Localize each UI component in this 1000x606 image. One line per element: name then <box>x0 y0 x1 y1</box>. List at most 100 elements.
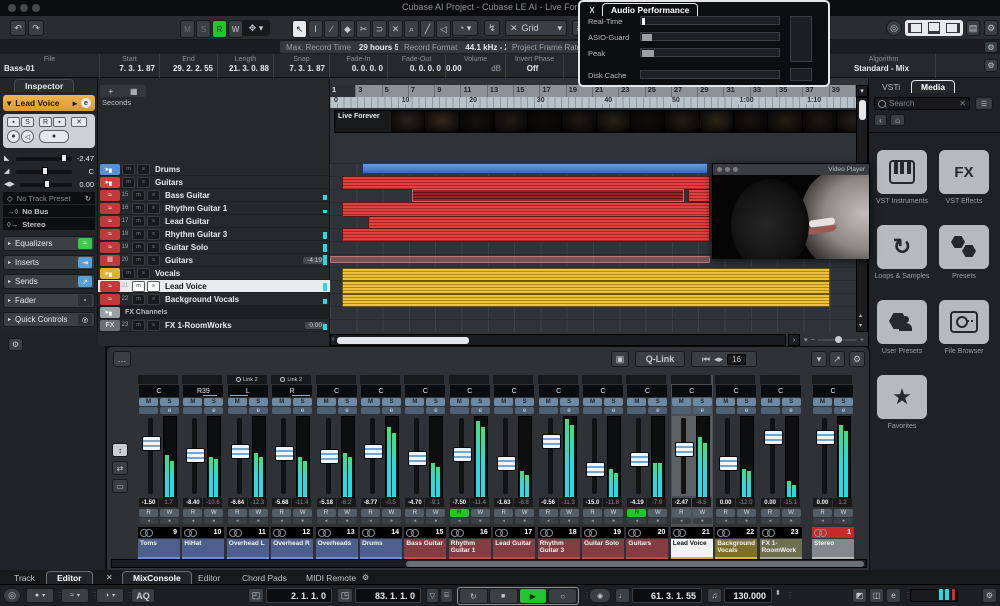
edit-channel-button[interactable]: e <box>834 407 853 414</box>
solo-button[interactable]: S <box>782 398 801 406</box>
channel-name[interactable]: Bass Guitar <box>404 539 446 557</box>
mixer-racks-icon[interactable]: … <box>113 351 131 367</box>
tile-loops-samples[interactable]: ↻ <box>877 225 927 269</box>
mixer-scrollbar[interactable] <box>111 559 867 568</box>
read-automation-button[interactable]: R <box>716 509 735 517</box>
tempo-value[interactable]: 130.000 <box>724 588 772 603</box>
tab-mixconsole[interactable]: MixConsole <box>122 571 192 584</box>
undo-icon[interactable]: ↶ <box>10 20 26 36</box>
channel-name[interactable]: FX 1-RoomWork <box>760 539 802 557</box>
record-enable-button[interactable]: ● <box>693 518 712 524</box>
setup-window-icon[interactable]: ▤ <box>966 20 980 36</box>
write-automation-button[interactable]: W <box>249 509 268 517</box>
info-col-length[interactable]: Length21. 3. 0. 88 <box>218 54 274 78</box>
left-zone-toggle[interactable] <box>908 23 922 33</box>
listen-button[interactable] <box>672 407 691 414</box>
info-col-end[interactable]: End29. 2. 2. 55 <box>160 54 218 78</box>
pan-control[interactable]: R <box>272 385 312 397</box>
inserts-icon[interactable]: ⇥ <box>78 257 92 268</box>
write-automation-button[interactable]: W <box>338 509 357 517</box>
record-enable-button[interactable]: ● <box>648 518 667 524</box>
monitor-button[interactable]: ◂ <box>627 518 646 524</box>
right-locator-icon[interactable]: ◳ <box>337 588 353 603</box>
tool-9[interactable]: ◁ <box>436 20 451 38</box>
channel-name[interactable]: Guitars <box>626 539 668 557</box>
zoom-slider[interactable]: ▾− + <box>804 335 864 345</box>
tempo-icon[interactable]: ♫ <box>707 588 722 603</box>
read-automation-button[interactable]: R <box>813 509 832 517</box>
audio-event-yellow[interactable] <box>342 268 830 281</box>
window-close-icon[interactable] <box>8 4 16 12</box>
tab-vsti[interactable]: VSTi <box>873 80 909 93</box>
audio-event-yellow[interactable] <box>342 281 830 294</box>
sends-icon[interactable]: ↗ <box>78 276 92 287</box>
read-automation-button[interactable]: R <box>450 509 469 517</box>
equalizers-icon[interactable]: ≈ <box>78 238 92 249</box>
info-col-algorithm[interactable]: Algorithm Standard - Mix <box>832 54 936 78</box>
tile-vst-effects[interactable]: FX <box>939 150 989 194</box>
pan-control[interactable]: C <box>450 385 490 397</box>
mute-button[interactable]: M <box>761 398 780 406</box>
track-row-rhythm-guitar-3[interactable]: ≈18msRhythm Guitar 3 <box>98 228 330 241</box>
info-col-snap[interactable]: Snap7. 3. 1. 87 <box>274 54 330 78</box>
solo-button[interactable]: S <box>560 398 579 406</box>
auto-quantize-button[interactable]: AQ <box>131 588 155 603</box>
tab-media[interactable]: Media <box>911 80 955 93</box>
solo-button[interactable]: S <box>471 398 490 406</box>
record-enable-button[interactable]: ● <box>160 518 179 524</box>
fader-handle[interactable] <box>231 444 250 459</box>
stop-button[interactable]: ■ <box>489 588 518 604</box>
mixer-channel-background-vocals[interactable]: CMSe0.00-12.0RW◂●22Background Vocals <box>715 375 757 557</box>
ruler-dropdown-icon[interactable]: ▾ <box>856 85 868 97</box>
write-automation-button[interactable]: W <box>471 509 490 517</box>
monitor-button[interactable]: ◂ <box>228 518 247 524</box>
open-mixer-icon[interactable]: ↗ <box>829 351 845 367</box>
listen-button[interactable] <box>539 407 558 414</box>
edit-channel-button[interactable]: e <box>382 407 401 414</box>
lower-pane-gear-icon[interactable]: ⚙ <box>8 338 23 351</box>
mixer-channel-guitars[interactable]: CMSe-4.19-7.9RW◂●20Guitars <box>626 375 668 557</box>
monitor-button[interactable]: ◂ <box>539 518 558 524</box>
audio-event-red[interactable] <box>342 176 710 190</box>
edit-channel-button[interactable]: e <box>693 407 712 414</box>
solo-button[interactable]: S <box>648 398 667 406</box>
lower-zone-toggle[interactable] <box>928 22 940 34</box>
mixer-channel-fx-1-roomwork[interactable]: CMSe0.00-15.1RW◂●23FX 1-RoomWork <box>760 375 802 557</box>
mute-button[interactable]: M <box>716 398 735 406</box>
volume-readout[interactable]: -1.63 <box>494 498 513 507</box>
read-automation-button[interactable]: R <box>539 509 558 517</box>
right-locator-value[interactable]: 83. 1. 1. 0 <box>355 588 421 603</box>
channel-width-control[interactable]: ⏮ ◂▸ 16 <box>691 351 757 367</box>
tab-chord-pads[interactable]: Chord Pads <box>232 571 297 584</box>
edit-channel-button[interactable]: e <box>293 407 312 414</box>
fader-handle[interactable] <box>719 456 738 471</box>
listen-button[interactable] <box>272 407 291 414</box>
mute-button[interactable]: m <box>122 164 135 175</box>
solo-button[interactable]: s <box>147 216 160 227</box>
write-automation-button[interactable]: W <box>782 509 801 517</box>
channel-name[interactable]: Guitar Solo <box>582 539 624 557</box>
solo-button[interactable]: S <box>160 398 179 406</box>
audio-event-red[interactable] <box>342 228 710 242</box>
track-row-guitars[interactable]: ▸▖msGuitars <box>98 176 330 189</box>
mute-button[interactable]: M <box>539 398 558 406</box>
track-row-lead-voice[interactable]: ≈21msLead Voice <box>98 280 330 293</box>
input-bus-row[interactable]: →◊ No Bus <box>3 205 95 217</box>
pan-control[interactable]: C <box>494 385 534 397</box>
record-mode-button[interactable]: ●▾ <box>26 588 54 603</box>
read-automation-button[interactable]: R <box>627 509 646 517</box>
window-zoom-icon[interactable] <box>32 4 40 12</box>
write-automation-button[interactable]: W <box>293 509 312 517</box>
solo-button[interactable]: S <box>249 398 268 406</box>
redo-icon[interactable]: ↷ <box>28 20 44 36</box>
inspector-tab[interactable]: Inspector <box>14 79 74 92</box>
fader-handle[interactable] <box>320 449 339 464</box>
mixer-gear-icon[interactable]: ⚙ <box>849 351 865 367</box>
fader-handle[interactable] <box>142 436 161 451</box>
close-editor-icon[interactable]: ✕ <box>106 573 113 582</box>
volume-readout[interactable]: 0.00 <box>813 498 832 507</box>
mute-button[interactable]: M <box>672 398 691 406</box>
close-icon[interactable]: X <box>586 4 598 16</box>
toolbar-gear-icon[interactable]: ⚙ <box>984 20 998 36</box>
audio-event-red[interactable] <box>342 202 710 217</box>
